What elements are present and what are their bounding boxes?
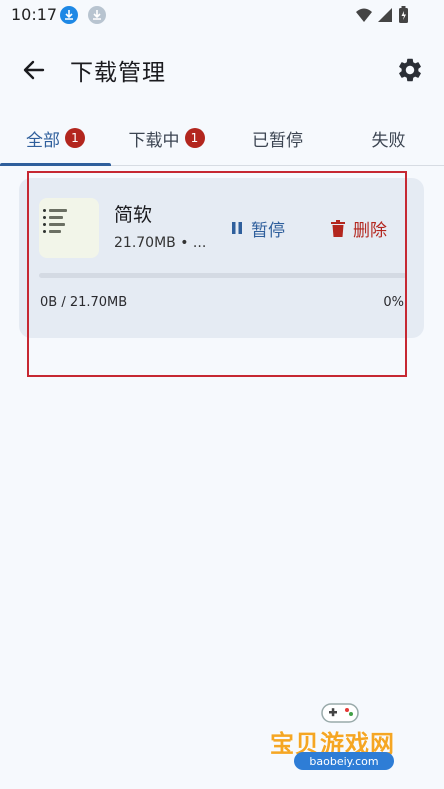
watermark-url: baobeiy.com <box>294 752 394 770</box>
watermark-logo: 宝贝游戏网 baobeiy.com <box>268 700 418 780</box>
signal-icon <box>378 8 392 22</box>
system-status-icons <box>356 6 408 23</box>
gamepad-icon <box>321 703 359 723</box>
tab-paused[interactable]: 已暂停 <box>222 112 333 164</box>
page-title: 下载管理 <box>70 60 166 86</box>
tab-all[interactable]: 全部 1 <box>0 112 111 164</box>
tab-label: 已暂停 <box>252 130 303 151</box>
gear-icon <box>399 58 421 82</box>
tab-bar: 全部 1 下载中 1 已暂停 失败 <box>0 112 444 166</box>
highlight-box <box>27 171 407 377</box>
count-badge: 1 <box>65 128 85 148</box>
download-notification-icon-muted <box>88 6 106 24</box>
settings-button[interactable] <box>396 56 424 84</box>
tab-indicator <box>0 163 111 166</box>
arrow-back-icon <box>23 60 45 80</box>
count-badge: 1 <box>184 128 205 148</box>
status-bar: 10:17 <box>0 0 444 30</box>
download-notification-icon <box>60 6 78 24</box>
tab-downloading[interactable]: 下载中 1 <box>111 112 222 164</box>
app-bar: 下载管理 <box>0 40 444 98</box>
status-time: 10:17 <box>11 5 58 24</box>
tab-label: 下载中 <box>128 130 180 151</box>
tab-label: 全部 <box>26 130 60 151</box>
wifi-icon <box>356 8 372 22</box>
tab-failed[interactable]: 失败 <box>333 112 444 164</box>
back-button[interactable] <box>20 56 48 84</box>
tab-label: 失败 <box>371 130 406 151</box>
